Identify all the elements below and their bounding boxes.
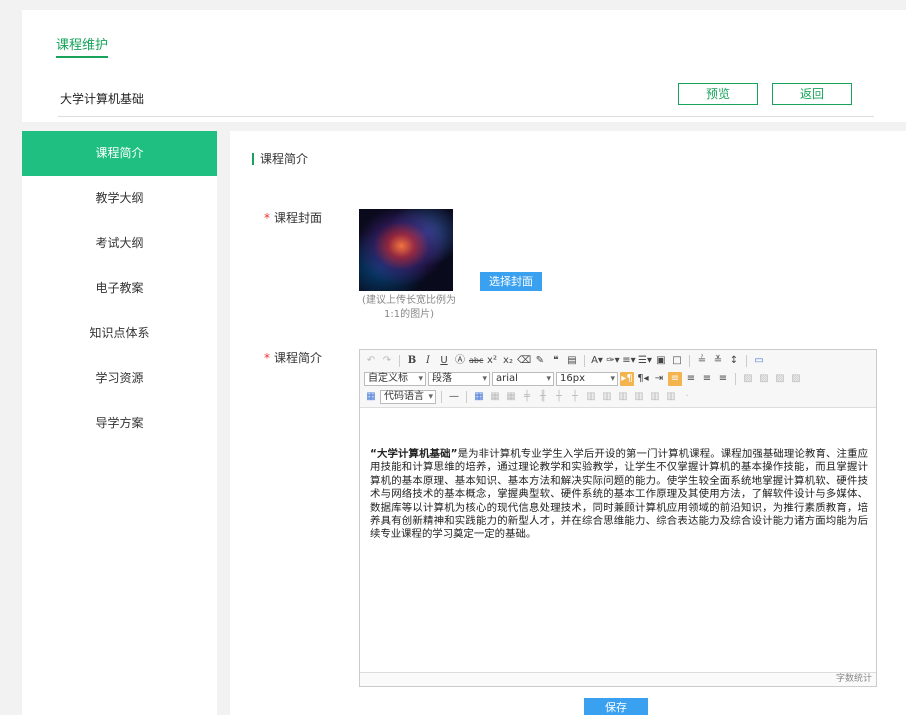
sidebar: 课程简介 教学大纲 考试大纲 电子教案 知识点体系 学习资源 导学方案 [22, 131, 217, 715]
align-left-icon[interactable]: ≡ [668, 372, 682, 386]
split-cells-icon[interactable]: ▥ [632, 390, 646, 404]
underline-icon[interactable]: U [437, 354, 451, 368]
toolbar-separator [466, 391, 467, 403]
format-painter-icon[interactable]: ✎ [533, 354, 547, 368]
required-mark: * [264, 211, 270, 225]
delete-column-icon[interactable]: ┼ [568, 390, 582, 404]
image-right-icon[interactable]: ▨ [773, 372, 787, 386]
align-justify-icon[interactable]: ≡ [716, 372, 730, 386]
header-divider [58, 116, 874, 117]
font-color-icon[interactable]: A▾ [590, 354, 604, 368]
font-family-select[interactable]: arial [492, 372, 554, 386]
more-icon[interactable]: · [680, 390, 694, 404]
bold-icon[interactable]: B [405, 354, 419, 368]
word-count: 字数统计 [360, 672, 876, 686]
clear-format-icon[interactable]: ⌫ [517, 354, 531, 368]
required-mark: * [264, 351, 270, 365]
toolbar-row-2: 自定义标 段落 arial 16px ▸¶ ¶◂ ⇥ ≡ ≡ ≡ ≡ ▨ ▨ ▨… [364, 370, 803, 388]
undo-icon[interactable]: ↶ [364, 354, 378, 368]
italic-icon[interactable]: I [421, 354, 435, 368]
cover-label-text: 课程封面 [274, 211, 323, 225]
align-right-icon[interactable]: ≡ [700, 372, 714, 386]
select-all-icon[interactable]: ▣ [654, 354, 668, 368]
insert-row-icon[interactable]: ╪ [520, 390, 534, 404]
code-language-select[interactable]: 代码语言 [380, 390, 436, 404]
delete-row-icon[interactable]: ╫ [536, 390, 550, 404]
sidebar-item-exam-outline[interactable]: 考试大纲 [22, 221, 217, 266]
content-body: 是为非计算机专业学生入学后开设的第一门计算机课程。课程加强基础理论教育、注重应用… [370, 448, 868, 541]
fullscreen-icon[interactable]: ▭ [752, 354, 766, 368]
indent-icon[interactable]: ⇥ [652, 372, 666, 386]
sidebar-item-knowledge-system[interactable]: 知识点体系 [22, 311, 217, 356]
split-cols-icon[interactable]: ▥ [664, 390, 678, 404]
blockquote-icon[interactable]: ❝ [549, 354, 563, 368]
font-style-select[interactable]: 自定义标 [364, 372, 426, 386]
ordered-list-icon[interactable]: ≡▾ [622, 354, 636, 368]
row-spacing-bottom-icon[interactable]: ≚ [711, 354, 725, 368]
content-course-title: “大学计算机基础” [370, 448, 458, 460]
insert-paragraph-before-table-icon[interactable]: ▦ [504, 390, 518, 404]
sidebar-item-course-intro[interactable]: 课程简介 [22, 131, 217, 176]
horizontal-rule-icon[interactable]: — [447, 390, 461, 404]
breadcrumb[interactable]: 课程维护 [56, 34, 109, 58]
course-header-card: 课程维护 大学计算机基础 预览 返回 [22, 10, 906, 122]
unordered-list-icon[interactable]: ☰▾ [638, 354, 652, 368]
select-cover-button[interactable]: 选择封面 [480, 272, 542, 291]
toolbar-separator [399, 355, 400, 367]
insert-code-icon[interactable]: ▦ [364, 390, 378, 404]
ltr-direction-icon[interactable]: ▸¶ [620, 372, 634, 386]
cover-hint: (建议上传长宽比例为1:1的图片) [362, 295, 456, 320]
font-border-icon[interactable]: Ⓐ [453, 354, 467, 368]
save-button[interactable]: 保存 [584, 698, 648, 715]
intro-label-text: 课程简介 [274, 351, 323, 365]
cover-label: * 课程封面 [264, 209, 322, 226]
sidebar-item-lesson-plans[interactable]: 电子教案 [22, 266, 217, 311]
insert-column-icon[interactable]: ┼ [552, 390, 566, 404]
merge-cells-icon[interactable]: ▥ [584, 390, 598, 404]
editor-toolbar: ↶ ↷ B I U Ⓐ abc x² x₂ ⌫ ✎ ❝ ▤ A▾ ✑▾ ≡▾ ☰… [360, 350, 876, 408]
course-name: 大学计算机基础 [60, 92, 145, 106]
toolbar-separator [735, 373, 736, 385]
redo-icon[interactable]: ↷ [380, 354, 394, 368]
rich-text-editor: ↶ ↷ B I U Ⓐ abc x² x₂ ⌫ ✎ ❝ ▤ A▾ ✑▾ ≡▾ ☰… [359, 349, 877, 687]
main-panel: 课程简介 * 课程封面 选择封面 (建议上传长宽比例为1:1的图片) * 课程简介 … [230, 131, 906, 715]
paragraph-select[interactable]: 段落 [428, 372, 490, 386]
sidebar-item-syllabus[interactable]: 教学大纲 [22, 176, 217, 221]
superscript-icon[interactable]: x² [485, 354, 499, 368]
merge-right-icon[interactable]: ▥ [600, 390, 614, 404]
section-title: 课程简介 [252, 153, 308, 165]
toolbar-row-3: ▦ 代码语言 — ▦ ▦ ▦ ╪ ╫ ┼ ┼ ▥ ▥ ▥ ▥ ▥ ▥ · [364, 388, 694, 406]
toolbar-separator [689, 355, 690, 367]
strikethrough-icon[interactable]: abc [469, 354, 483, 368]
sidebar-item-study-guide[interactable]: 导学方案 [22, 401, 217, 446]
subscript-icon[interactable]: x₂ [501, 354, 515, 368]
rtl-direction-icon[interactable]: ¶◂ [636, 372, 650, 386]
toolbar-separator [584, 355, 585, 367]
clear-document-icon[interactable]: □ [670, 354, 684, 368]
split-rows-icon[interactable]: ▥ [648, 390, 662, 404]
toolbar-row-1: ↶ ↷ B I U Ⓐ abc x² x₂ ⌫ ✎ ❝ ▤ A▾ ✑▾ ≡▾ ☰… [364, 352, 766, 370]
align-center-icon[interactable]: ≡ [684, 372, 698, 386]
paste-plain-icon[interactable]: ▤ [565, 354, 579, 368]
background-color-icon[interactable]: ✑▾ [606, 354, 620, 368]
font-size-select[interactable]: 16px [556, 372, 618, 386]
toolbar-separator [441, 391, 442, 403]
merge-down-icon[interactable]: ▥ [616, 390, 630, 404]
toolbar-separator [746, 355, 747, 367]
intro-label: * 课程简介 [264, 349, 322, 366]
line-height-icon[interactable]: ↕ [727, 354, 741, 368]
editor-content[interactable]: “大学计算机基础”是为非计算机专业学生入学后开设的第一门计算机课程。课程加强基础… [370, 448, 868, 542]
image-center-icon[interactable]: ▨ [789, 372, 803, 386]
cover-image [359, 209, 453, 291]
image-left-icon[interactable]: ▨ [741, 372, 755, 386]
insert-table-icon[interactable]: ▦ [472, 390, 486, 404]
image-none-icon[interactable]: ▨ [757, 372, 771, 386]
back-button[interactable]: 返回 [772, 83, 852, 105]
delete-table-icon[interactable]: ▦ [488, 390, 502, 404]
row-spacing-top-icon[interactable]: ≟ [695, 354, 709, 368]
sidebar-item-learning-resources[interactable]: 学习资源 [22, 356, 217, 401]
preview-button[interactable]: 预览 [678, 83, 758, 105]
